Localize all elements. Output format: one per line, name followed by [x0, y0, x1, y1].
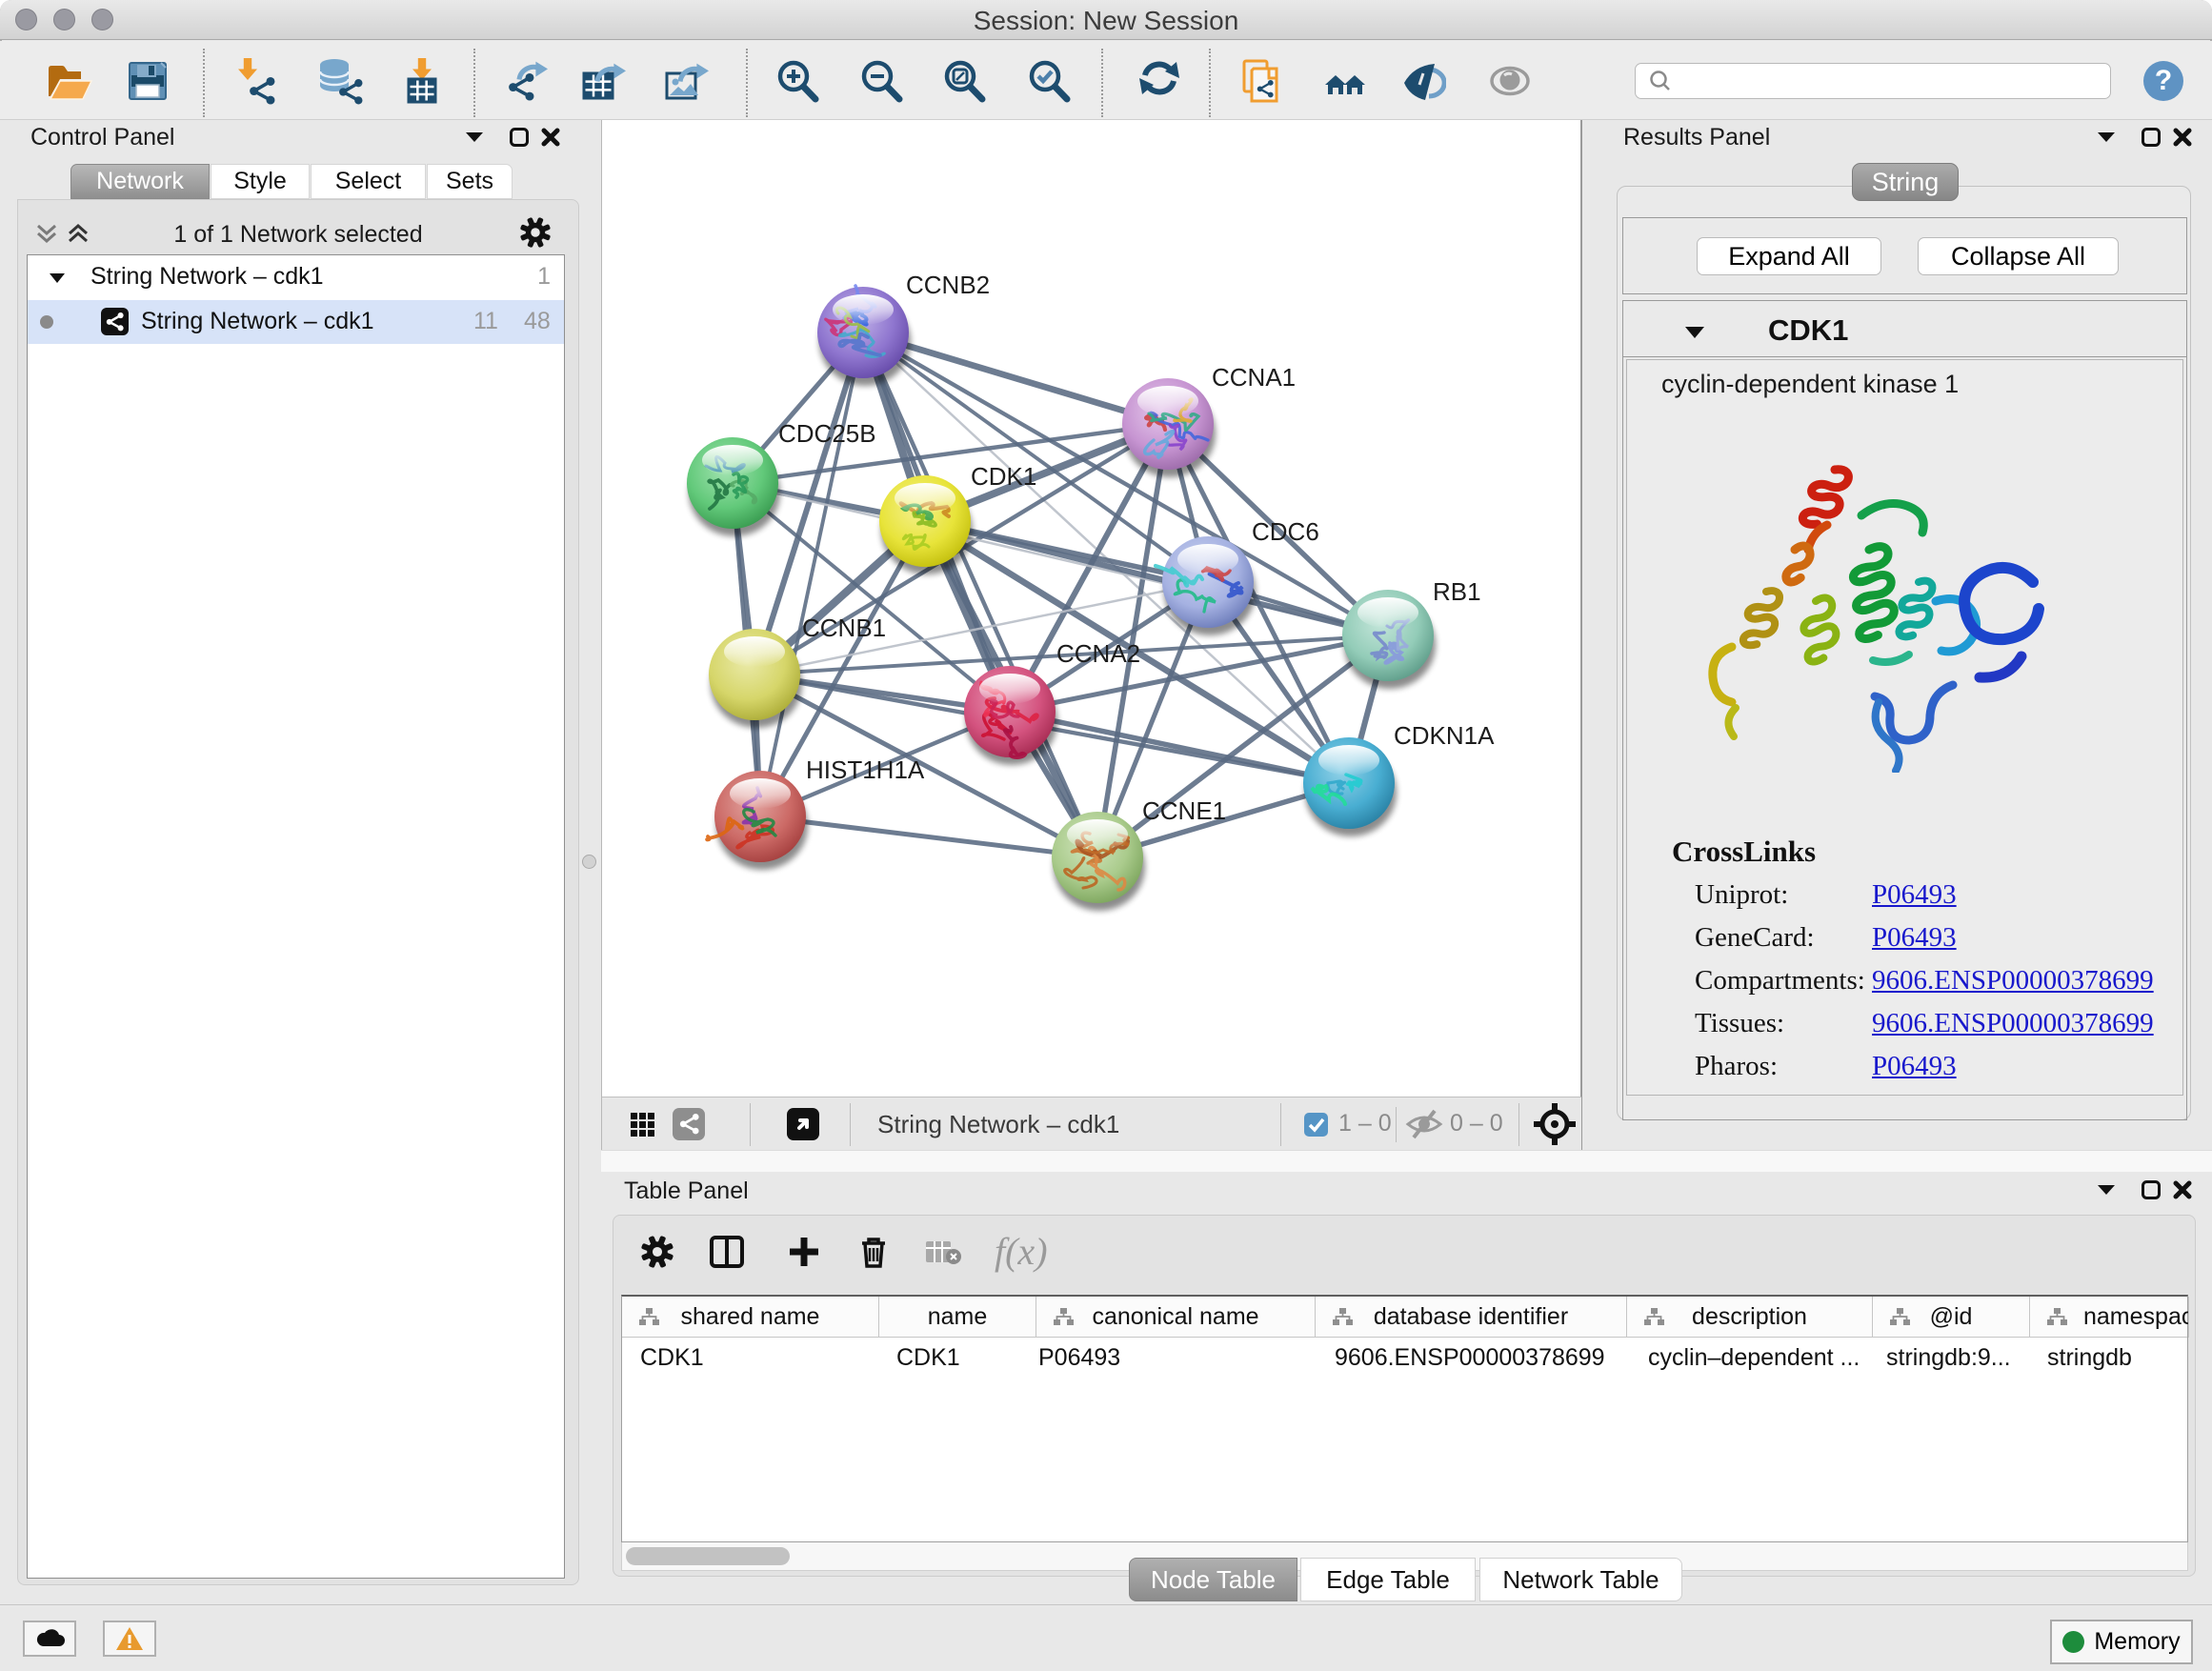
svg-text:CCNA1: CCNA1: [1212, 363, 1296, 392]
svg-text:CDKN1A: CDKN1A: [1394, 721, 1495, 750]
svg-text:CCNA2: CCNA2: [1056, 639, 1140, 668]
svg-text:HIST1H1A: HIST1H1A: [806, 755, 925, 784]
svg-text:CDC6: CDC6: [1252, 517, 1319, 546]
svg-text:?: ?: [2155, 65, 2172, 96]
svg-text:CCNB1: CCNB1: [802, 614, 886, 642]
svg-text:RB1: RB1: [1433, 577, 1481, 606]
svg-text:CCNB2: CCNB2: [906, 271, 990, 299]
svg-text:CDC25B: CDC25B: [778, 419, 876, 448]
svg-text:CCNE1: CCNE1: [1142, 796, 1226, 825]
svg-text:CDK1: CDK1: [971, 462, 1036, 491]
